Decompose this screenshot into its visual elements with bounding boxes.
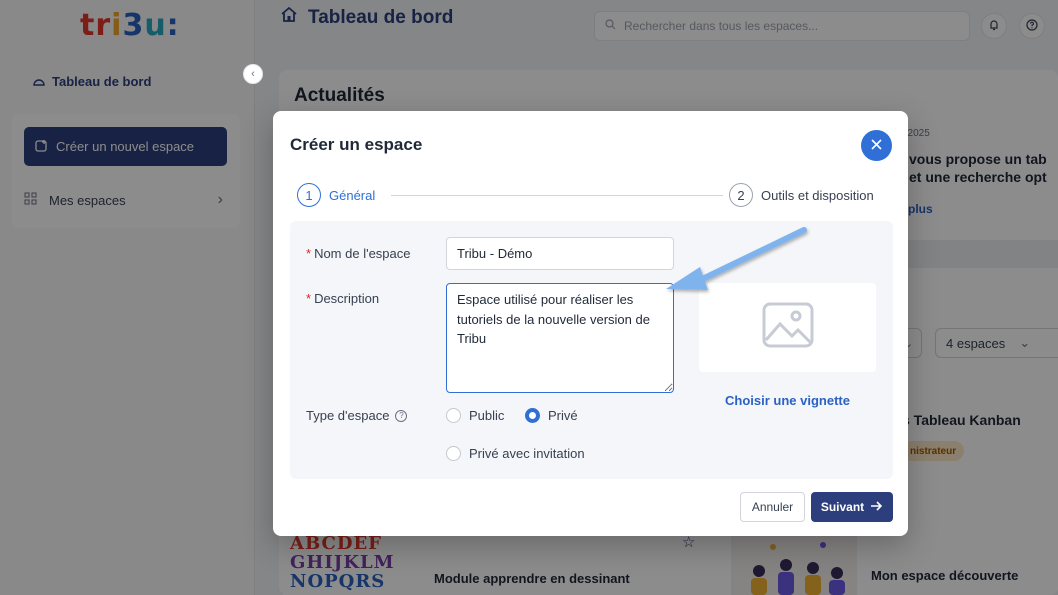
radio-label: Privé avec invitation (469, 446, 585, 461)
radio-private-invitation[interactable]: Privé avec invitation (446, 446, 585, 461)
cancel-button[interactable]: Annuler (740, 492, 805, 522)
label-text: Description (314, 291, 380, 306)
radio-private[interactable]: Privé (525, 408, 578, 423)
space-type-label: Type d'espace ? (306, 408, 408, 423)
choose-thumbnail-link[interactable]: Choisir une vignette (699, 393, 876, 408)
next-label: Suivant (820, 500, 865, 514)
radio-label: Privé (548, 408, 578, 423)
chevron-left-icon: ‹ (251, 68, 255, 80)
create-space-dialog: Créer un espace 1 Général 2 Outils et di… (273, 111, 908, 536)
stepper-step-general[interactable]: 1 Général (297, 183, 375, 207)
label-text: Type d'espace (306, 408, 390, 423)
required-marker: * (306, 246, 312, 261)
stepper-step-tools[interactable]: 2 Outils et disposition (729, 183, 874, 207)
close-icon (871, 137, 882, 155)
required-marker: * (306, 291, 312, 306)
description-label: * Description (306, 291, 379, 306)
label-text: Nom de l'espace (314, 246, 411, 261)
radio-public[interactable]: Public (446, 408, 504, 423)
radio-circle-checked[interactable] (525, 408, 540, 423)
description-textarea[interactable]: Espace utilisé pour réaliser les tutorie… (446, 283, 674, 393)
dialog-title: Créer un espace (290, 135, 423, 154)
radio-circle[interactable] (446, 408, 461, 423)
close-dialog-button[interactable] (861, 130, 892, 161)
collapse-sidebar-button[interactable]: ‹ (243, 64, 263, 84)
next-button[interactable]: Suivant (811, 492, 893, 522)
space-name-label: * Nom de l'espace (306, 246, 410, 261)
step-number: 2 (729, 183, 753, 207)
step-label: Outils et disposition (761, 187, 874, 203)
image-placeholder-icon (762, 302, 814, 353)
step-label: Général (329, 187, 376, 203)
step-number: 1 (297, 183, 321, 207)
stepper-connector (391, 195, 723, 196)
radio-label: Public (469, 408, 505, 423)
arrow-right-icon (870, 500, 883, 514)
thumbnail-preview[interactable] (699, 283, 876, 372)
radio-circle[interactable] (446, 446, 461, 461)
help-icon[interactable]: ? (395, 409, 408, 422)
space-name-input[interactable] (446, 237, 674, 270)
